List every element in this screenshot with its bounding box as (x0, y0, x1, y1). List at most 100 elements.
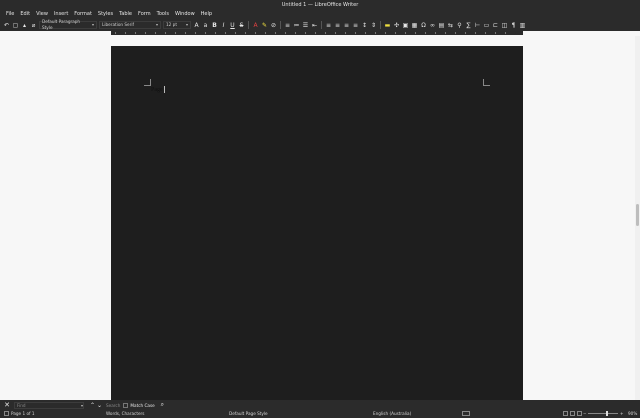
strikethrough-icon[interactable]: S (238, 22, 245, 29)
document-page[interactable]: Page (111, 46, 523, 402)
menu-form[interactable]: Form (135, 10, 154, 19)
page-style[interactable]: Default Page Style (229, 410, 268, 418)
font-name-value: Liberation Serif (102, 22, 134, 27)
ruler-tick (215, 32, 216, 34)
single-page-view-icon[interactable] (563, 411, 568, 416)
ruler-tick (205, 32, 206, 34)
ruler-tick (385, 32, 386, 34)
font-size-select[interactable]: 12 pt ▾ (163, 21, 191, 29)
window-title: Untitled 1 — LibreOffice Writer (281, 2, 359, 8)
match-case-checkbox[interactable] (123, 402, 129, 408)
book-view-icon[interactable] (577, 411, 582, 416)
numbered-list-icon[interactable]: ≔ (293, 22, 300, 29)
ruler-tick (305, 32, 306, 34)
highlight-icon[interactable]: ✎ (261, 22, 268, 29)
menu-bar: File Edit View Insert Format Styles Tabl… (0, 10, 640, 19)
separator (280, 21, 281, 29)
menu-window[interactable]: Window (172, 10, 198, 19)
table-icon[interactable]: ▦ (411, 22, 418, 29)
italic-icon[interactable]: I (220, 22, 227, 29)
ruler-tick (335, 32, 336, 34)
scrollbar-thumb[interactable] (636, 204, 639, 226)
ruler-tick (285, 32, 286, 34)
selection-mode-icon[interactable] (462, 411, 470, 416)
menu-tools[interactable]: Tools (154, 10, 172, 19)
clone-formatting-icon[interactable]: ▴ (21, 22, 28, 29)
outline-icon[interactable]: ☰ (302, 22, 309, 29)
ruler-tick (115, 32, 116, 34)
font-name-select[interactable]: Liberation Serif ▾ (99, 21, 161, 29)
menu-help[interactable]: Help (198, 10, 215, 19)
find-next-icon[interactable]: ⌄ (96, 402, 103, 409)
character-icon[interactable]: ⊘ (270, 22, 277, 29)
find-input[interactable]: Find ▾ (14, 401, 84, 409)
paragraph-spacing-icon[interactable]: ⇕ (370, 22, 377, 29)
fontwork-icon[interactable]: ✣ (393, 22, 400, 29)
search-label: Search (106, 402, 121, 408)
zoom-slider[interactable] (588, 413, 618, 414)
comment-icon[interactable]: ▭ (483, 22, 490, 29)
zoom-slider-knob[interactable] (606, 411, 608, 416)
bookmark-icon[interactable]: ⚲ (456, 22, 463, 29)
footnote-icon[interactable]: ▤ (438, 22, 445, 29)
menu-table[interactable]: Table (116, 10, 135, 19)
paragraph-style-value: Default Paragraph Style (42, 19, 81, 30)
ruler-tick (235, 32, 236, 34)
page-count[interactable]: Page 1 of 1 (11, 410, 35, 418)
paragraph-style-select[interactable]: Default Paragraph Style ▾ (39, 19, 97, 30)
close-icon[interactable]: ✕ (3, 401, 11, 409)
bold-icon[interactable]: B (211, 22, 218, 29)
background-color-icon[interactable]: ▬ (384, 22, 391, 29)
justify-icon[interactable]: ≡ (352, 22, 359, 29)
document-text[interactable]: Page (151, 86, 165, 93)
match-case-label[interactable]: Match Case (130, 403, 154, 408)
shapes-icon[interactable]: ◫ (501, 22, 508, 29)
menu-insert[interactable]: Insert (51, 10, 71, 19)
zoom-out-icon[interactable]: − (583, 410, 587, 418)
text-boundary-corner (144, 79, 151, 86)
shrink-font-icon[interactable]: a (202, 22, 209, 29)
bullet-list-icon[interactable]: ≡ (284, 22, 291, 29)
page-break-icon[interactable]: ⊢ (474, 22, 481, 29)
ruler-tick (455, 32, 456, 34)
menu-format[interactable]: Format (71, 10, 95, 19)
find-previous-icon[interactable]: ⌃ (89, 402, 96, 409)
font-color-icon[interactable]: A (252, 22, 259, 29)
grow-font-icon[interactable]: A (193, 22, 200, 29)
ruler-tick (145, 32, 146, 34)
align-left-icon[interactable]: ≡ (325, 22, 332, 29)
align-right-icon[interactable]: ≡ (343, 22, 350, 29)
formatting-marks-icon[interactable]: ¶ (510, 22, 517, 29)
track-changes-icon[interactable]: ⊏ (492, 22, 499, 29)
cross-reference-icon[interactable]: ⇆ (447, 22, 454, 29)
image-icon[interactable]: ▣ (402, 22, 409, 29)
hyperlink-icon[interactable]: ∞ (429, 22, 436, 29)
multi-page-view-icon[interactable] (570, 411, 575, 416)
clear-formatting-icon[interactable]: ⌀ (30, 22, 37, 29)
zoom-in-icon[interactable]: + (620, 410, 624, 418)
decrease-indent-icon[interactable]: ⇤ (311, 22, 318, 29)
underline-icon[interactable]: U (229, 22, 236, 29)
special-character-icon[interactable]: Ω (420, 22, 427, 29)
line-spacing-icon[interactable]: ↕ (361, 22, 368, 29)
ruler-tick (195, 32, 196, 34)
ruler-tick (135, 32, 136, 34)
field-icon[interactable]: ∑ (465, 22, 472, 29)
menu-styles[interactable]: Styles (95, 10, 116, 19)
ruler-tick (155, 32, 156, 34)
ruler-tick (425, 32, 426, 34)
menu-edit[interactable]: Edit (17, 10, 33, 19)
ruler-strip (111, 31, 523, 35)
word-count[interactable]: Words, Characters (106, 410, 144, 418)
menu-view[interactable]: View (33, 10, 51, 19)
zoom-level[interactable]: 90% (628, 410, 637, 418)
clipboard-icon[interactable]: ▢ (12, 22, 19, 29)
align-center-icon[interactable]: ≡ (334, 22, 341, 29)
vertical-scrollbar[interactable] (635, 36, 640, 400)
undo-icon[interactable]: ↶ (3, 22, 10, 29)
language[interactable]: English (Australia) (373, 410, 411, 418)
sidebar-toggle-icon[interactable]: ▥ (519, 22, 526, 29)
menu-file[interactable]: File (3, 10, 17, 19)
search-icon[interactable]: ⌕ (159, 401, 166, 409)
chevron-down-icon[interactable]: ▾ (81, 403, 83, 408)
